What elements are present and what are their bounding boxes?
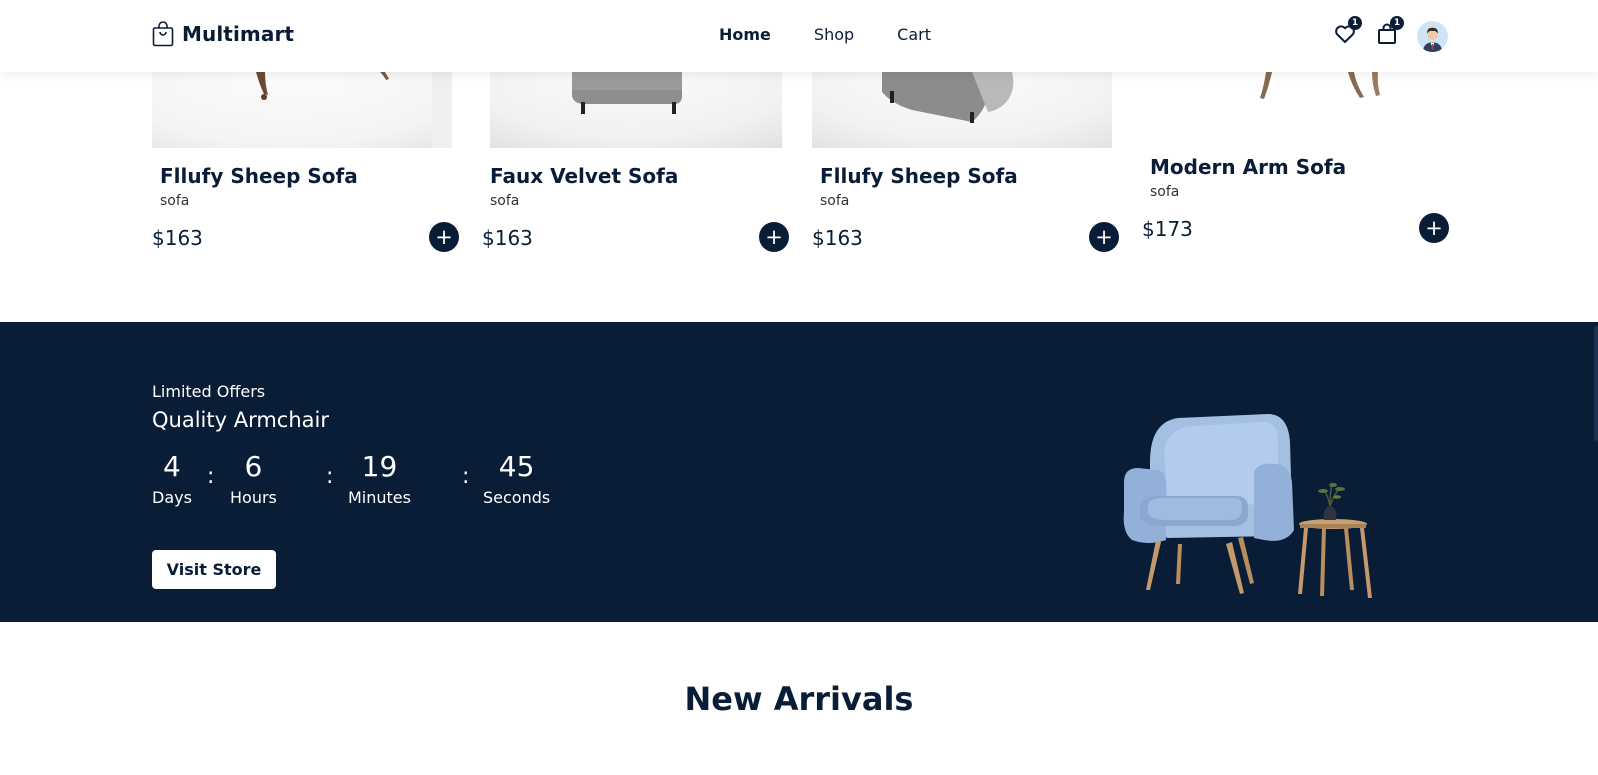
countdown-value: 6 [244, 450, 263, 483]
new-arrivals-title: New Arrivals [684, 680, 914, 718]
limited-offer-banner: Limited Offers Quality Armchair 4 Days :… [0, 322, 1598, 622]
brand-logo[interactable]: Multimart [152, 21, 294, 47]
page-scrollbar-thumb[interactable] [1594, 326, 1598, 441]
plus-icon: + [1425, 216, 1443, 240]
page: Multimart Home Shop Cart 1 1 Fllufy Shee… [0, 0, 1598, 775]
product-category: sofa [490, 193, 520, 209]
add-to-cart-button[interactable]: + [759, 222, 789, 252]
product-name[interactable]: Modern Arm Sofa [1150, 155, 1346, 179]
product-price: $163 [812, 226, 863, 250]
product-category: sofa [1150, 184, 1180, 200]
countdown-value: 19 [361, 450, 398, 483]
plus-icon: + [1095, 225, 1113, 249]
wishlist-count-badge: 1 [1348, 16, 1362, 30]
plus-icon: + [765, 225, 783, 249]
countdown-label: Hours [230, 488, 277, 507]
nav-cart[interactable]: Cart [897, 25, 931, 44]
brand-name: Multimart [182, 22, 295, 46]
product-name[interactable]: Faux Velvet Sofa [490, 164, 678, 188]
user-avatar[interactable] [1417, 21, 1448, 52]
countdown-value: 45 [498, 450, 535, 483]
countdown-separator: : [207, 464, 215, 489]
countdown-days: 4 Days [152, 450, 192, 509]
shopping-bag-icon [152, 21, 174, 47]
cart-count-badge: 1 [1390, 16, 1404, 30]
nav-shop[interactable]: Shop [814, 25, 854, 44]
countdown-hours: 6 Hours [230, 450, 277, 509]
product-name[interactable]: Fllufy Sheep Sofa [820, 164, 1018, 188]
product-price: $163 [482, 226, 533, 250]
product-price: $163 [152, 226, 203, 250]
armchair-image [1118, 412, 1378, 606]
add-to-cart-button[interactable]: + [429, 222, 459, 252]
product-category: sofa [820, 193, 850, 209]
wishlist-button[interactable]: 1 [1333, 16, 1362, 46]
product-price: $173 [1142, 217, 1193, 241]
countdown-label: Seconds [483, 488, 551, 507]
countdown-seconds: 45 Seconds [483, 450, 550, 509]
countdown-value: 4 [163, 450, 181, 483]
countdown-separator: : [462, 464, 470, 489]
countdown-minutes: 19 Minutes [348, 450, 411, 509]
offer-subtitle: Limited Offers [152, 382, 266, 401]
cart-button[interactable]: 1 [1375, 16, 1404, 46]
visit-store-button[interactable]: Visit Store [152, 550, 276, 589]
site-header: Multimart Home Shop Cart 1 1 [0, 0, 1598, 72]
product-category: sofa [160, 193, 190, 209]
nav-home[interactable]: Home [719, 25, 771, 44]
countdown-label: Minutes [348, 488, 411, 507]
add-to-cart-button[interactable]: + [1089, 222, 1119, 252]
offer-title: Quality Armchair [152, 408, 329, 432]
product-name[interactable]: Fllufy Sheep Sofa [160, 164, 358, 188]
plus-icon: + [435, 225, 453, 249]
countdown-separator: : [326, 464, 334, 489]
add-to-cart-button[interactable]: + [1419, 213, 1449, 243]
main-nav: Home Shop Cart [719, 25, 931, 44]
countdown-label: Days [152, 488, 192, 507]
